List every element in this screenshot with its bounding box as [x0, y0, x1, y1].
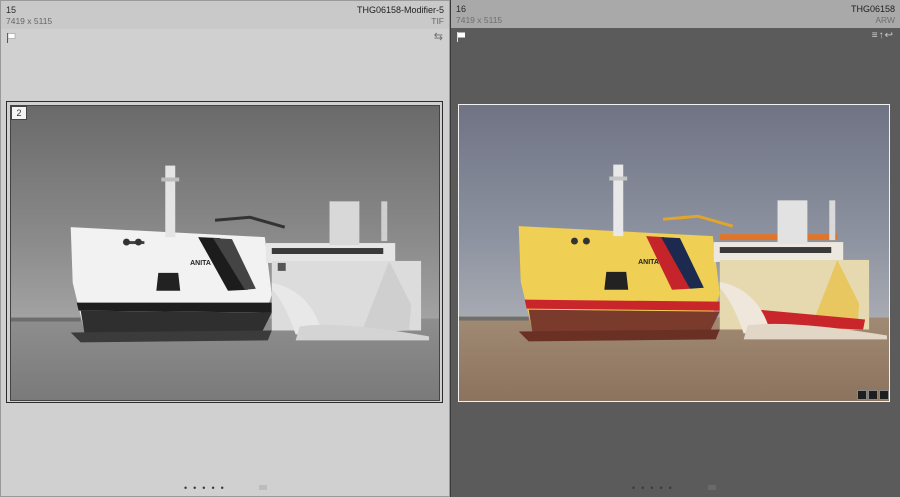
flag-icon[interactable] — [456, 32, 466, 42]
hull-name: ANITA — [638, 259, 659, 266]
cell-header-left: 15 7419 x 5115 THG06158-Modifier-5 TIF — [1, 1, 449, 29]
file-type: TIF — [431, 16, 444, 26]
rotate-icon[interactable]: ⇆ — [434, 32, 443, 43]
cell-index: 15 — [6, 5, 17, 15]
metadata-icons[interactable]: ≡↑↩ — [872, 31, 894, 41]
photo-thumbnail-left[interactable]: ANITA — [10, 105, 440, 401]
copy-icon — [857, 390, 867, 400]
file-type: ARW — [875, 15, 895, 25]
photo-badge-icons — [857, 390, 889, 401]
adjust-icon — [879, 390, 889, 400]
image-dimensions: 7419 x 5115 — [456, 15, 503, 25]
photo-rating-badge: 2 — [11, 106, 27, 120]
file-name: THG06158 — [850, 4, 895, 14]
image-dimensions: 7419 x 5115 — [6, 16, 53, 26]
flag-icon[interactable] — [6, 33, 16, 43]
color-label-left[interactable] — [259, 485, 267, 490]
rating-dots-left[interactable]: ••••• — [184, 484, 230, 493]
cell-header-right: 16 7419 x 5115 THG06158 ARW — [451, 0, 900, 28]
rating-dots-right[interactable]: ••••• — [632, 484, 678, 493]
file-name: THG06158-Modifier-5 — [356, 5, 444, 15]
photo-thumbnail-right[interactable]: ANITA — [458, 104, 890, 402]
color-label-right[interactable] — [708, 485, 716, 490]
hull-name: ANITA — [190, 260, 211, 267]
cell-index: 16 — [456, 4, 467, 14]
grid-icon — [868, 390, 878, 400]
